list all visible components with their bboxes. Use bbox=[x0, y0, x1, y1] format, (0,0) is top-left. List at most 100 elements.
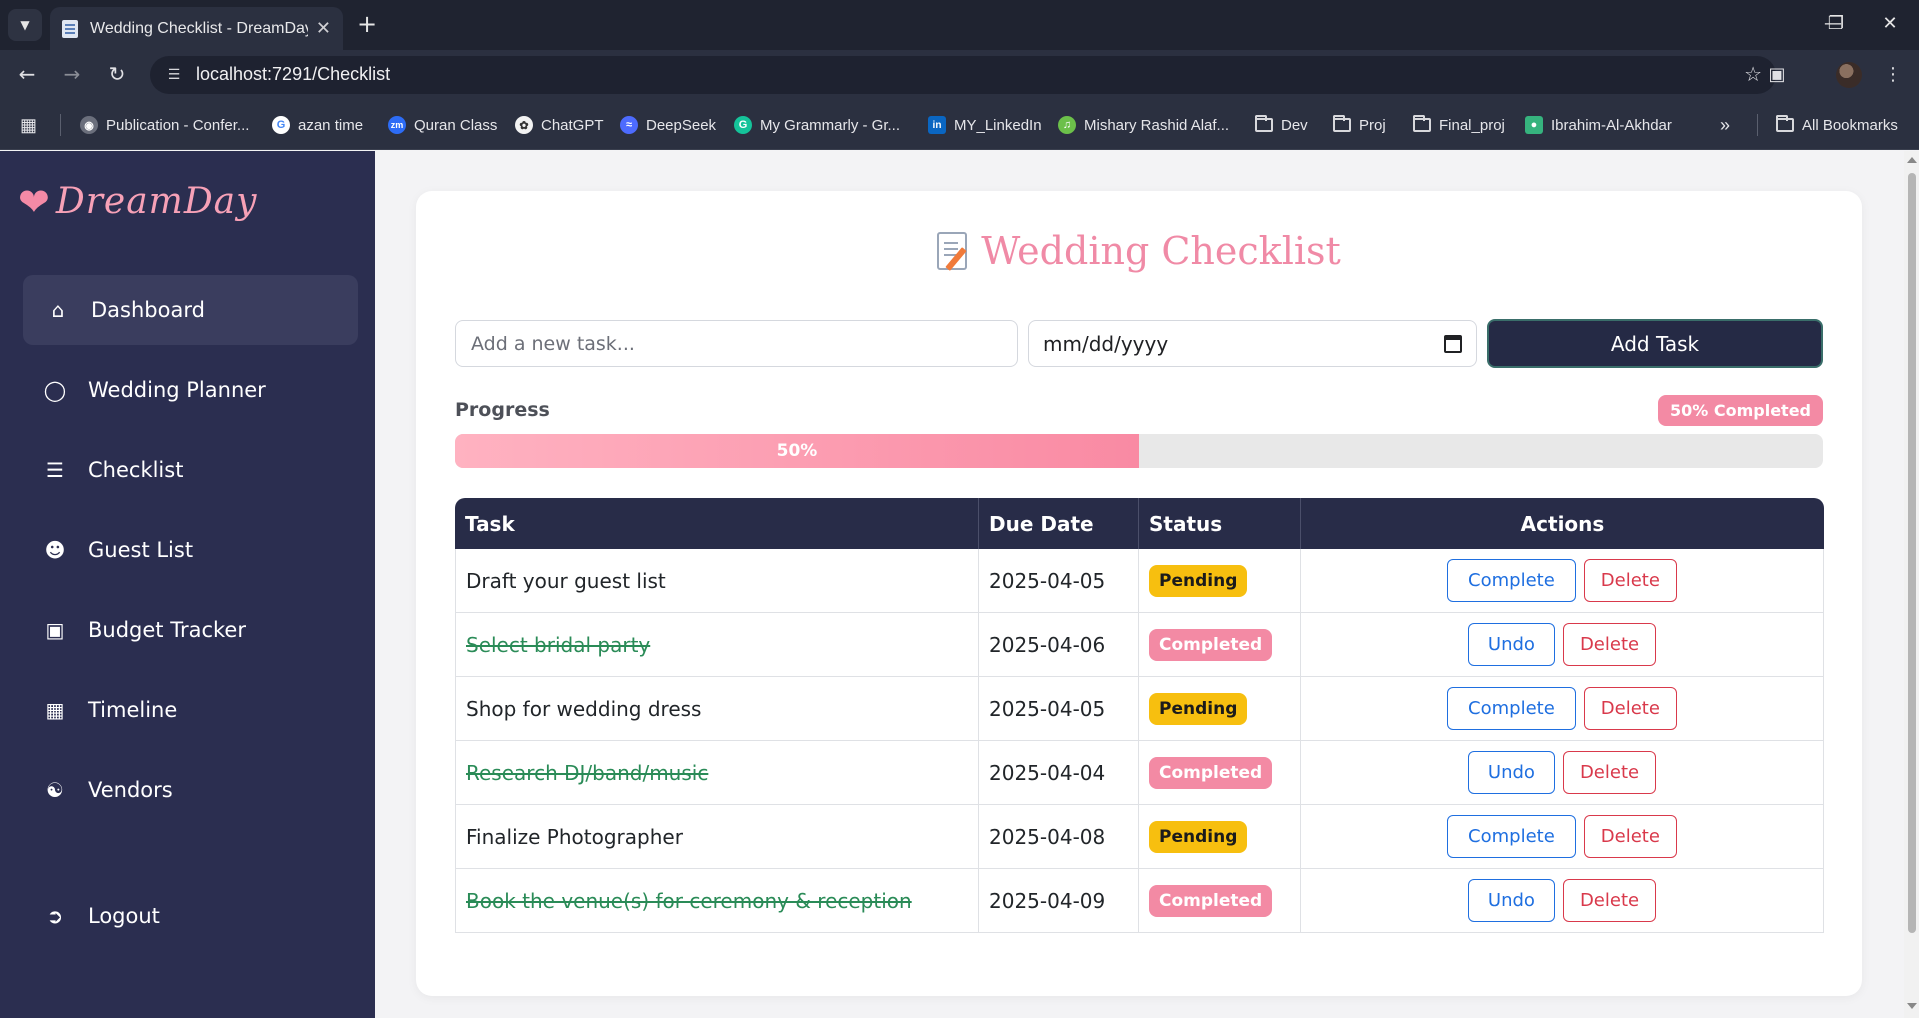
forward-button[interactable]: → bbox=[57, 61, 87, 89]
folder-icon bbox=[1413, 115, 1431, 132]
logout-icon: ➲ bbox=[46, 904, 64, 928]
close-tab-icon[interactable]: ✕ bbox=[316, 18, 331, 39]
task-name: Shop for wedding dress bbox=[466, 696, 702, 721]
task-name-cell: Finalize Photographer bbox=[455, 805, 979, 869]
apps-icon[interactable]: ▦ bbox=[20, 115, 37, 135]
bookmark-item[interactable]: ● Ibrahim-Al-Akhdar bbox=[1525, 115, 1672, 135]
back-button[interactable]: ← bbox=[12, 61, 42, 89]
bookmark-star-icon[interactable]: ☆ bbox=[1744, 62, 1762, 86]
memo-icon bbox=[937, 232, 968, 270]
undo-button[interactable]: Undo bbox=[1467, 751, 1555, 794]
browser-tab[interactable]: Wedding Checklist - DreamDay ✕ bbox=[50, 7, 343, 50]
reload-button[interactable]: ↻ bbox=[102, 61, 132, 89]
bookmark-item[interactable]: ≈ DeepSeek bbox=[620, 115, 716, 135]
status-cell: Completed bbox=[1139, 869, 1301, 933]
linkedin-icon: in bbox=[928, 116, 946, 134]
new-tab-button[interactable]: + bbox=[352, 10, 382, 40]
complete-button[interactable]: Complete bbox=[1447, 687, 1576, 730]
scroll-thumb[interactable] bbox=[1908, 173, 1916, 933]
status-badge: Pending bbox=[1149, 564, 1248, 597]
menu-icon[interactable]: ⋮ bbox=[1880, 62, 1906, 88]
deepseek-icon: ≈ bbox=[620, 116, 638, 134]
bookmark-item[interactable]: Dev bbox=[1255, 115, 1308, 135]
bookmark-separator bbox=[60, 114, 61, 136]
due-date-input[interactable]: mm/dd/yyyy bbox=[1028, 320, 1477, 367]
sidebar-item-logout[interactable]: ➲ Logout bbox=[20, 881, 355, 951]
bookmark-item[interactable]: G My Grammarly - Gr... bbox=[734, 115, 900, 135]
sidebar-item-wedding-planner[interactable]: ◯ Wedding Planner bbox=[20, 355, 355, 425]
table-row: Finalize Photographer 2025-04-08 Pending Co… bbox=[455, 805, 1824, 869]
delete-button[interactable]: Delete bbox=[1583, 687, 1677, 730]
column-header-due-date: Due Date bbox=[979, 498, 1139, 549]
home-icon: ⌂ bbox=[51, 298, 65, 322]
scroll-down-arrow-icon[interactable] bbox=[1907, 1003, 1917, 1009]
sidebar-item-vendors[interactable]: ☯ Vendors bbox=[20, 755, 355, 825]
all-bookmarks-button[interactable]: All Bookmarks bbox=[1776, 115, 1898, 135]
progress-bar: 50% bbox=[455, 434, 1823, 468]
undo-button[interactable]: Undo bbox=[1467, 879, 1555, 922]
sidebar-item-label: Vendors bbox=[88, 778, 173, 802]
bookmark-item[interactable]: Proj bbox=[1333, 115, 1386, 135]
grammarly-icon: G bbox=[734, 116, 752, 134]
zoom-icon: zm bbox=[388, 116, 406, 134]
bookmark-item[interactable]: Final_proj bbox=[1413, 115, 1505, 135]
table-row: Research DJ/band/music 2025-04-04 Complete… bbox=[455, 741, 1824, 805]
task-name: Select bridal party bbox=[466, 632, 651, 657]
bookmark-item[interactable]: ♫ Mishary Rashid Alaf... bbox=[1058, 115, 1229, 135]
site-info-icon[interactable]: ☰ bbox=[164, 65, 184, 85]
site-icon: ● bbox=[1525, 116, 1543, 134]
due-date-cell: 2025-04-05 bbox=[979, 677, 1139, 741]
date-placeholder: mm/dd/yyyy bbox=[1043, 331, 1169, 356]
page-title-text: Wedding Checklist bbox=[981, 229, 1341, 273]
bookmark-item[interactable]: Gazan time bbox=[272, 115, 363, 135]
sidebar-item-label: Wedding Planner bbox=[88, 378, 266, 402]
close-window-button[interactable]: ✕ bbox=[1870, 10, 1910, 40]
actions-cell: Undo Delete bbox=[1301, 741, 1824, 805]
brand-logo[interactable]: ❤ DreamDay bbox=[18, 181, 257, 222]
sidebar-item-budget-tracker[interactable]: ▣ Budget Tracker bbox=[20, 595, 355, 665]
new-task-input[interactable] bbox=[455, 320, 1018, 367]
url-text[interactable]: localhost:7291/Checklist bbox=[196, 64, 390, 85]
page-scrollbar[interactable] bbox=[1904, 151, 1919, 1018]
chevron-down-icon: ▼ bbox=[20, 18, 30, 32]
complete-button[interactable]: Complete bbox=[1447, 815, 1576, 858]
tab-title: Wedding Checklist - DreamDay bbox=[90, 19, 308, 37]
undo-button[interactable]: Undo bbox=[1467, 623, 1555, 666]
restore-button[interactable]: ❐ bbox=[1816, 10, 1856, 40]
delete-button[interactable]: Delete bbox=[1562, 879, 1657, 922]
screenshot-icon[interactable]: ▣ bbox=[1764, 62, 1790, 88]
complete-button[interactable]: Complete bbox=[1447, 559, 1576, 602]
sidebar-item-checklist[interactable]: ☰ Checklist bbox=[20, 435, 355, 505]
bookmark-separator bbox=[1757, 114, 1758, 136]
sidebar: ❤ DreamDay ⌂ Dashboard ◯ Wedding Planner… bbox=[0, 151, 375, 1018]
due-date-cell: 2025-04-09 bbox=[979, 869, 1139, 933]
tab-search-button[interactable]: ▼ bbox=[8, 9, 42, 41]
delete-button[interactable]: Delete bbox=[1583, 559, 1677, 602]
bookmark-item[interactable]: in MY_LinkedIn bbox=[928, 115, 1042, 135]
sidebar-item-guest-list[interactable]: ☻ Guest List bbox=[20, 515, 355, 585]
more-bookmarks-icon[interactable]: » bbox=[1720, 115, 1730, 135]
users-icon: ☻ bbox=[44, 538, 66, 562]
delete-button[interactable]: Delete bbox=[1583, 815, 1677, 858]
scroll-up-arrow-icon[interactable] bbox=[1907, 157, 1917, 163]
checklist-card: Wedding Checklist mm/dd/yyyy Add Task Pr… bbox=[416, 191, 1862, 996]
status-badge: Completed bbox=[1149, 756, 1273, 789]
sidebar-item-timeline[interactable]: ▦ Timeline bbox=[20, 675, 355, 745]
profile-avatar[interactable] bbox=[1836, 62, 1862, 88]
bookmark-item[interactable]: ◉ Publication - Confer... bbox=[80, 115, 249, 135]
task-name: Book the venue(s) for ceremony & recepti… bbox=[466, 888, 912, 913]
folder-icon bbox=[1776, 115, 1794, 132]
bookmark-item[interactable]: ✿ ChatGPT bbox=[515, 115, 604, 135]
delete-button[interactable]: Delete bbox=[1562, 623, 1657, 666]
task-name-cell: Research DJ/band/music bbox=[455, 741, 979, 805]
add-task-button[interactable]: Add Task bbox=[1487, 319, 1823, 368]
sidebar-item-dashboard[interactable]: ⌂ Dashboard bbox=[23, 275, 358, 345]
status-badge: Completed bbox=[1149, 884, 1273, 917]
heart-icon: ❤ bbox=[18, 179, 50, 224]
bookmarks-bar: ▦ ◉ Publication - Confer... Gazan time zm… bbox=[0, 100, 1919, 150]
actions-cell: Undo Delete bbox=[1301, 869, 1824, 933]
delete-button[interactable]: Delete bbox=[1562, 751, 1657, 794]
bookmark-item[interactable]: zm Quran Class bbox=[388, 115, 497, 135]
calendar-picker-icon[interactable] bbox=[1444, 334, 1462, 353]
address-bar[interactable]: ☰ localhost:7291/Checklist ☆ bbox=[150, 56, 1776, 94]
